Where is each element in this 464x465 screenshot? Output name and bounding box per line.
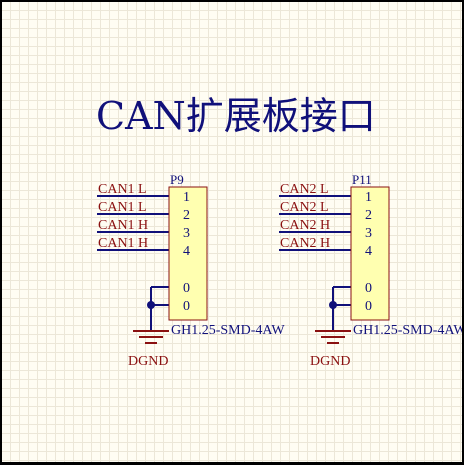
pin-number: 4 [365,244,372,259]
schematic-sheet: CAN扩展板接口 CAN1 L CAN1 L CAN1 H CAN1 H DGND P9 1… [0,0,464,465]
pin-number: 0 [183,299,190,314]
net-label: CAN2 H [280,236,330,251]
junction-dot [147,301,155,309]
net-label: CAN2 H [280,218,330,233]
junction-dot [329,301,337,309]
component-comment: GH1.25-SMD-4AW [353,323,462,338]
schematic-canvas: CAN扩展板接口 CAN1 L CAN1 L CAN1 H CAN1 H DGND P9 1… [96,94,462,369]
component-comment: GH1.25-SMD-4AW [171,323,285,338]
net-label: CAN1 H [98,236,148,251]
net-label: CAN1 L [98,200,147,215]
pin-number: 0 [183,281,190,296]
pin-number: 3 [183,226,190,241]
designator: P9 [170,172,184,187]
pin-number: 2 [365,208,372,223]
pin-number: 0 [365,281,372,296]
connector-p11: CAN2 L CAN2 L CAN2 H CAN2 H DGND P11 1 2 3 4 0 0 GH1… [279,172,462,369]
pin-number: 2 [183,208,190,223]
schematic-title: CAN扩展板接口 [96,94,376,138]
net-label: CAN1 L [98,182,147,197]
designator: P11 [352,172,372,187]
pin-number: 3 [365,226,372,241]
pin-number: 1 [183,190,190,205]
net-label: CAN2 L [280,182,329,197]
net-label: CAN1 H [98,218,148,233]
net-label: CAN2 L [280,200,329,215]
connector-p9: CAN1 L CAN1 L CAN1 H CAN1 H DGND P9 1 2 3 4 0 0 GH1.… [97,172,285,369]
ground-label: DGND [310,354,350,369]
pin-number: 1 [365,190,372,205]
pin-number: 0 [365,299,372,314]
ground-label: DGND [128,354,168,369]
pin-number: 4 [183,244,190,259]
